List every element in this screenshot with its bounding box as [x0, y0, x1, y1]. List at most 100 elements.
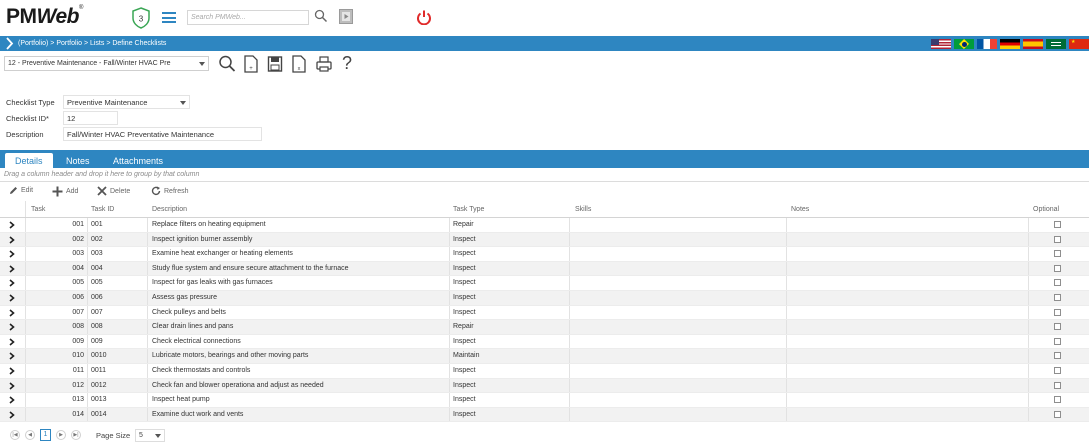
optional-checkbox[interactable] [1054, 337, 1061, 345]
delete-record-icon[interactable]: x [290, 54, 308, 74]
record-selector[interactable]: 12 - Preventive Maintenance - Fall/Winte… [4, 56, 209, 71]
new-record-icon[interactable]: + [242, 54, 260, 74]
table-row[interactable]: 009 009 Check electrical connections Inspec… [0, 334, 1089, 350]
table-row[interactable]: 008 008 Clear drain lines and pans Repair [0, 320, 1089, 335]
table-row[interactable]: 004 004 Study flue system and ensure secur… [0, 261, 1089, 277]
expand-row-chevron-icon[interactable] [9, 411, 15, 419]
logo-registered-mark: ® [78, 5, 83, 11]
saudi-flag-icon[interactable] [1046, 39, 1066, 49]
cell-task-type: Inspect [453, 381, 476, 389]
expand-row-chevron-icon[interactable] [9, 250, 15, 258]
logout-power-icon[interactable] [416, 9, 432, 25]
optional-checkbox[interactable] [1054, 410, 1061, 418]
germany-flag-icon[interactable] [1000, 39, 1020, 49]
tab-attachments[interactable]: Attachments [103, 153, 173, 168]
column-header-task[interactable]: Task [31, 206, 45, 213]
expand-row-chevron-icon[interactable] [9, 396, 15, 404]
tab-notes[interactable]: Notes [56, 153, 100, 168]
menu-hamburger-icon[interactable] [162, 12, 176, 23]
page-size-select[interactable]: 5 [135, 429, 165, 442]
print-icon[interactable] [315, 54, 333, 74]
expand-row-chevron-icon[interactable] [9, 367, 15, 375]
search-records-icon[interactable] [218, 54, 236, 74]
group-by-drop-zone[interactable]: Drag a column header and drop it here to… [0, 168, 1089, 182]
optional-checkbox[interactable] [1054, 293, 1061, 301]
expand-row-chevron-icon[interactable] [9, 323, 15, 331]
expand-row-chevron-icon[interactable] [9, 338, 15, 346]
table-row[interactable]: 012 0012 Check fan and blower operationa a… [0, 378, 1089, 394]
france-flag-icon[interactable] [977, 39, 997, 49]
expand-row-chevron-icon[interactable] [9, 265, 15, 273]
expand-row-chevron-icon[interactable] [9, 294, 15, 302]
table-row[interactable]: 006 006 Assess gas pressure Inspect [0, 290, 1089, 306]
next-page-icon[interactable]: ▶ [56, 430, 66, 440]
cell-task-id: 0013 [91, 396, 107, 404]
cell-task-id: 002 [91, 235, 103, 243]
search-input[interactable]: Search PMWeb... [187, 10, 309, 25]
checklist-type-select[interactable]: Preventive Maintenance [63, 95, 190, 109]
table-row[interactable]: 003 003 Examine heat exchanger or heating … [0, 247, 1089, 262]
delete-button[interactable]: Delete [97, 186, 130, 196]
brazil-flag-icon[interactable] [954, 39, 974, 49]
add-button[interactable]: Add [52, 186, 78, 197]
optional-checkbox[interactable] [1054, 264, 1061, 272]
optional-checkbox[interactable] [1054, 323, 1061, 331]
pencil-icon [10, 187, 17, 194]
table-row[interactable]: 011 0011 Check thermostats and controls Ins… [0, 363, 1089, 379]
column-header-task-type[interactable]: Task Type [453, 206, 484, 213]
column-header-task-id[interactable]: Task ID [91, 206, 114, 213]
column-header-notes[interactable]: Notes [791, 206, 809, 213]
optional-checkbox[interactable] [1054, 221, 1061, 228]
optional-checkbox[interactable] [1054, 396, 1061, 404]
first-page-icon[interactable]: |◀ [10, 430, 20, 440]
optional-checkbox[interactable] [1054, 366, 1061, 374]
save-icon[interactable] [266, 54, 284, 74]
edit-button[interactable]: Edit [9, 186, 33, 195]
notifications-shield-icon[interactable]: 3 [131, 7, 151, 29]
page-size-label: Page Size [96, 431, 131, 440]
table-row[interactable]: 001 001 Replace filters on heating equipme… [0, 218, 1089, 233]
spain-flag-icon[interactable] [1023, 39, 1043, 49]
expand-row-chevron-icon[interactable] [9, 221, 15, 229]
previous-page-icon[interactable]: ◀ [25, 430, 35, 440]
pmweb-logo[interactable]: PMWeb® [6, 5, 83, 31]
description-field[interactable]: Fall/Winter HVAC Preventative Maintenanc… [63, 127, 262, 141]
table-row[interactable]: 005 005 Inspect for gas leaks with gas fur… [0, 276, 1089, 291]
expand-row-chevron-icon[interactable] [9, 279, 15, 287]
refresh-button[interactable]: Refresh [151, 186, 189, 196]
table-row[interactable]: 014 0014 Examine duct work and vents Inspec… [0, 407, 1089, 423]
video-tutorial-icon[interactable] [339, 9, 353, 24]
cell-description: Clear drain lines and pans [152, 323, 234, 331]
expand-row-chevron-icon[interactable] [9, 352, 15, 360]
expand-row-chevron-icon[interactable] [9, 308, 15, 317]
optional-checkbox[interactable] [1054, 308, 1061, 316]
checklist-id-label: Checklist ID* [6, 114, 49, 123]
cell-task-type: Inspect [453, 279, 476, 287]
cell-task-id: 0010 [91, 352, 107, 360]
column-header-optional[interactable]: Optional [1033, 206, 1059, 213]
optional-checkbox[interactable] [1054, 381, 1061, 389]
expand-row-chevron-icon[interactable] [9, 235, 15, 244]
table-row[interactable]: 002 002 Inspect ignition burner assembly In… [0, 232, 1089, 248]
table-row[interactable]: 013 0013 Inspect heat pump Inspect [0, 393, 1089, 408]
help-icon[interactable]: ? [342, 53, 360, 73]
china-flag-icon[interactable]: ★ [1069, 39, 1089, 49]
cell-description: Check electrical connections [152, 337, 241, 345]
table-row[interactable]: 010 0010 Lubricate motors, bearings and ot… [0, 349, 1089, 364]
optional-checkbox[interactable] [1054, 352, 1061, 360]
optional-checkbox[interactable] [1054, 279, 1061, 287]
current-page-number[interactable]: 1 [40, 429, 51, 441]
breadcrumb[interactable]: (Portfolio) > Portfolio > Lists > Define… [18, 40, 166, 47]
expand-row-chevron-icon[interactable] [9, 381, 15, 390]
last-page-icon[interactable]: ▶| [71, 430, 81, 440]
optional-checkbox[interactable] [1054, 250, 1061, 258]
search-icon[interactable] [314, 9, 328, 23]
column-header-description[interactable]: Description [152, 206, 187, 213]
chevron-right-icon[interactable] [4, 36, 14, 51]
optional-checkbox[interactable] [1054, 235, 1061, 243]
tab-details[interactable]: Details [5, 153, 53, 168]
us-flag-icon[interactable] [931, 39, 951, 49]
checklist-id-field[interactable]: 12 [63, 111, 118, 125]
column-header-skills[interactable]: Skills [575, 206, 591, 213]
table-row[interactable]: 007 007 Check pulleys and belts Inspect [0, 305, 1089, 321]
